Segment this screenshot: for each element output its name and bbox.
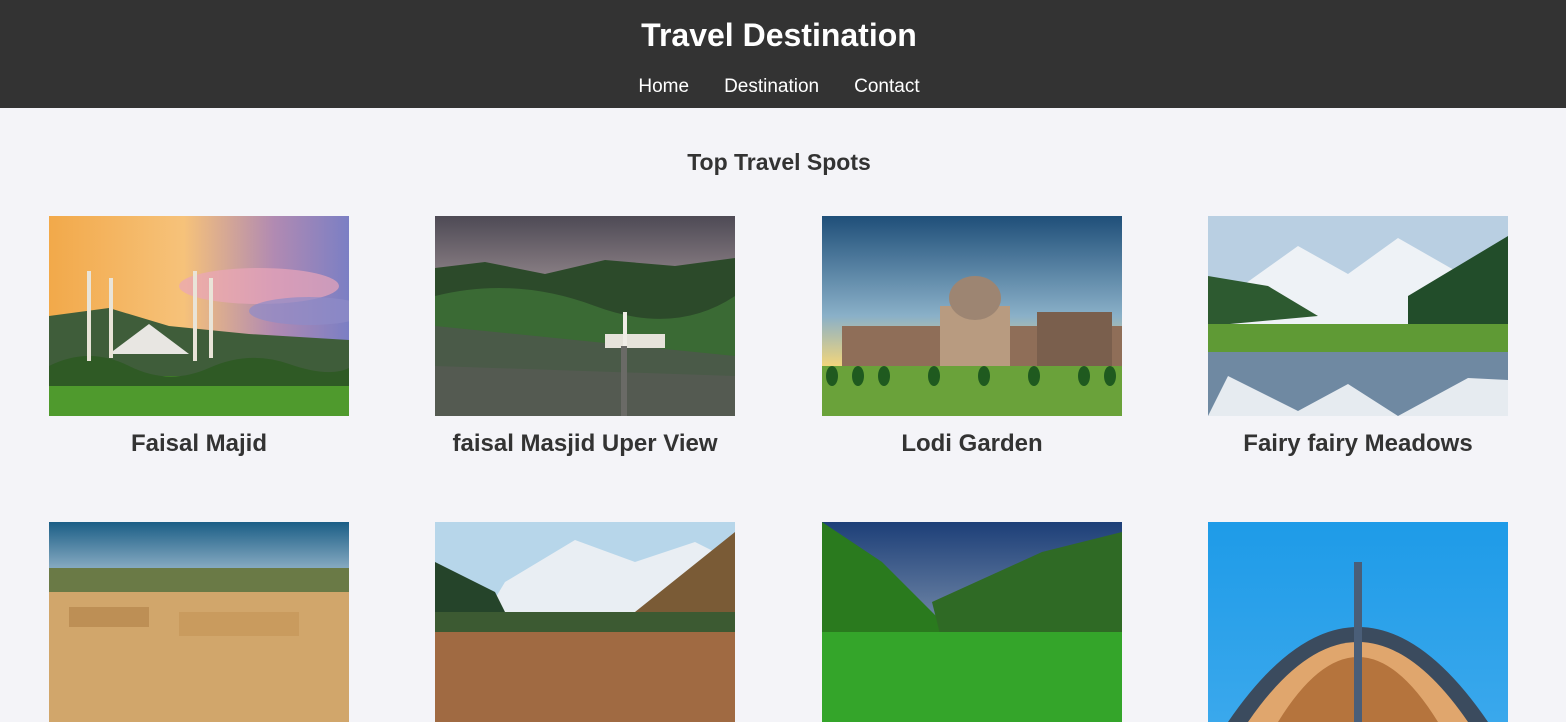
faisal-mosque-sunset-image xyxy=(49,216,349,416)
nav-contact-link[interactable]: Contact xyxy=(854,75,919,99)
nav-destination-link[interactable]: Destination xyxy=(724,75,819,99)
green-valley-image xyxy=(822,522,1122,722)
destination-card[interactable] xyxy=(435,522,735,722)
mountain-forest-image xyxy=(435,522,735,722)
card-title: faisal Masjid Uper View xyxy=(452,430,718,457)
main-nav: Home Destination Contact xyxy=(0,75,1558,99)
destination-card[interactable] xyxy=(822,522,1122,722)
card-title: Lodi Garden xyxy=(901,430,1043,457)
destination-card[interactable]: faisal Masjid Uper View xyxy=(435,216,735,457)
destination-card[interactable]: Faisal Majid xyxy=(49,216,349,457)
card-title: Faisal Majid xyxy=(130,430,268,457)
site-title: Travel Destination xyxy=(641,17,917,53)
site-header: Travel Destination Home Destination Cont… xyxy=(0,0,1566,108)
monument-dome-image xyxy=(1208,522,1508,722)
card-title: Fairy fairy Meadows xyxy=(1243,430,1473,457)
destination-card[interactable]: Lodi Garden xyxy=(822,216,1122,457)
fairy-meadows-lake-image xyxy=(1208,216,1508,416)
section-title: Top Travel Spots xyxy=(687,149,871,175)
destination-card[interactable]: Fairy fairy Meadows xyxy=(1208,216,1508,457)
ancient-ruins-image xyxy=(49,522,349,722)
lodi-garden-tomb-image xyxy=(822,216,1122,416)
nav-home-link[interactable]: Home xyxy=(638,75,689,99)
destination-card[interactable] xyxy=(1208,522,1508,722)
destination-card[interactable] xyxy=(49,522,349,722)
faisal-mosque-aerial-image xyxy=(435,216,735,416)
